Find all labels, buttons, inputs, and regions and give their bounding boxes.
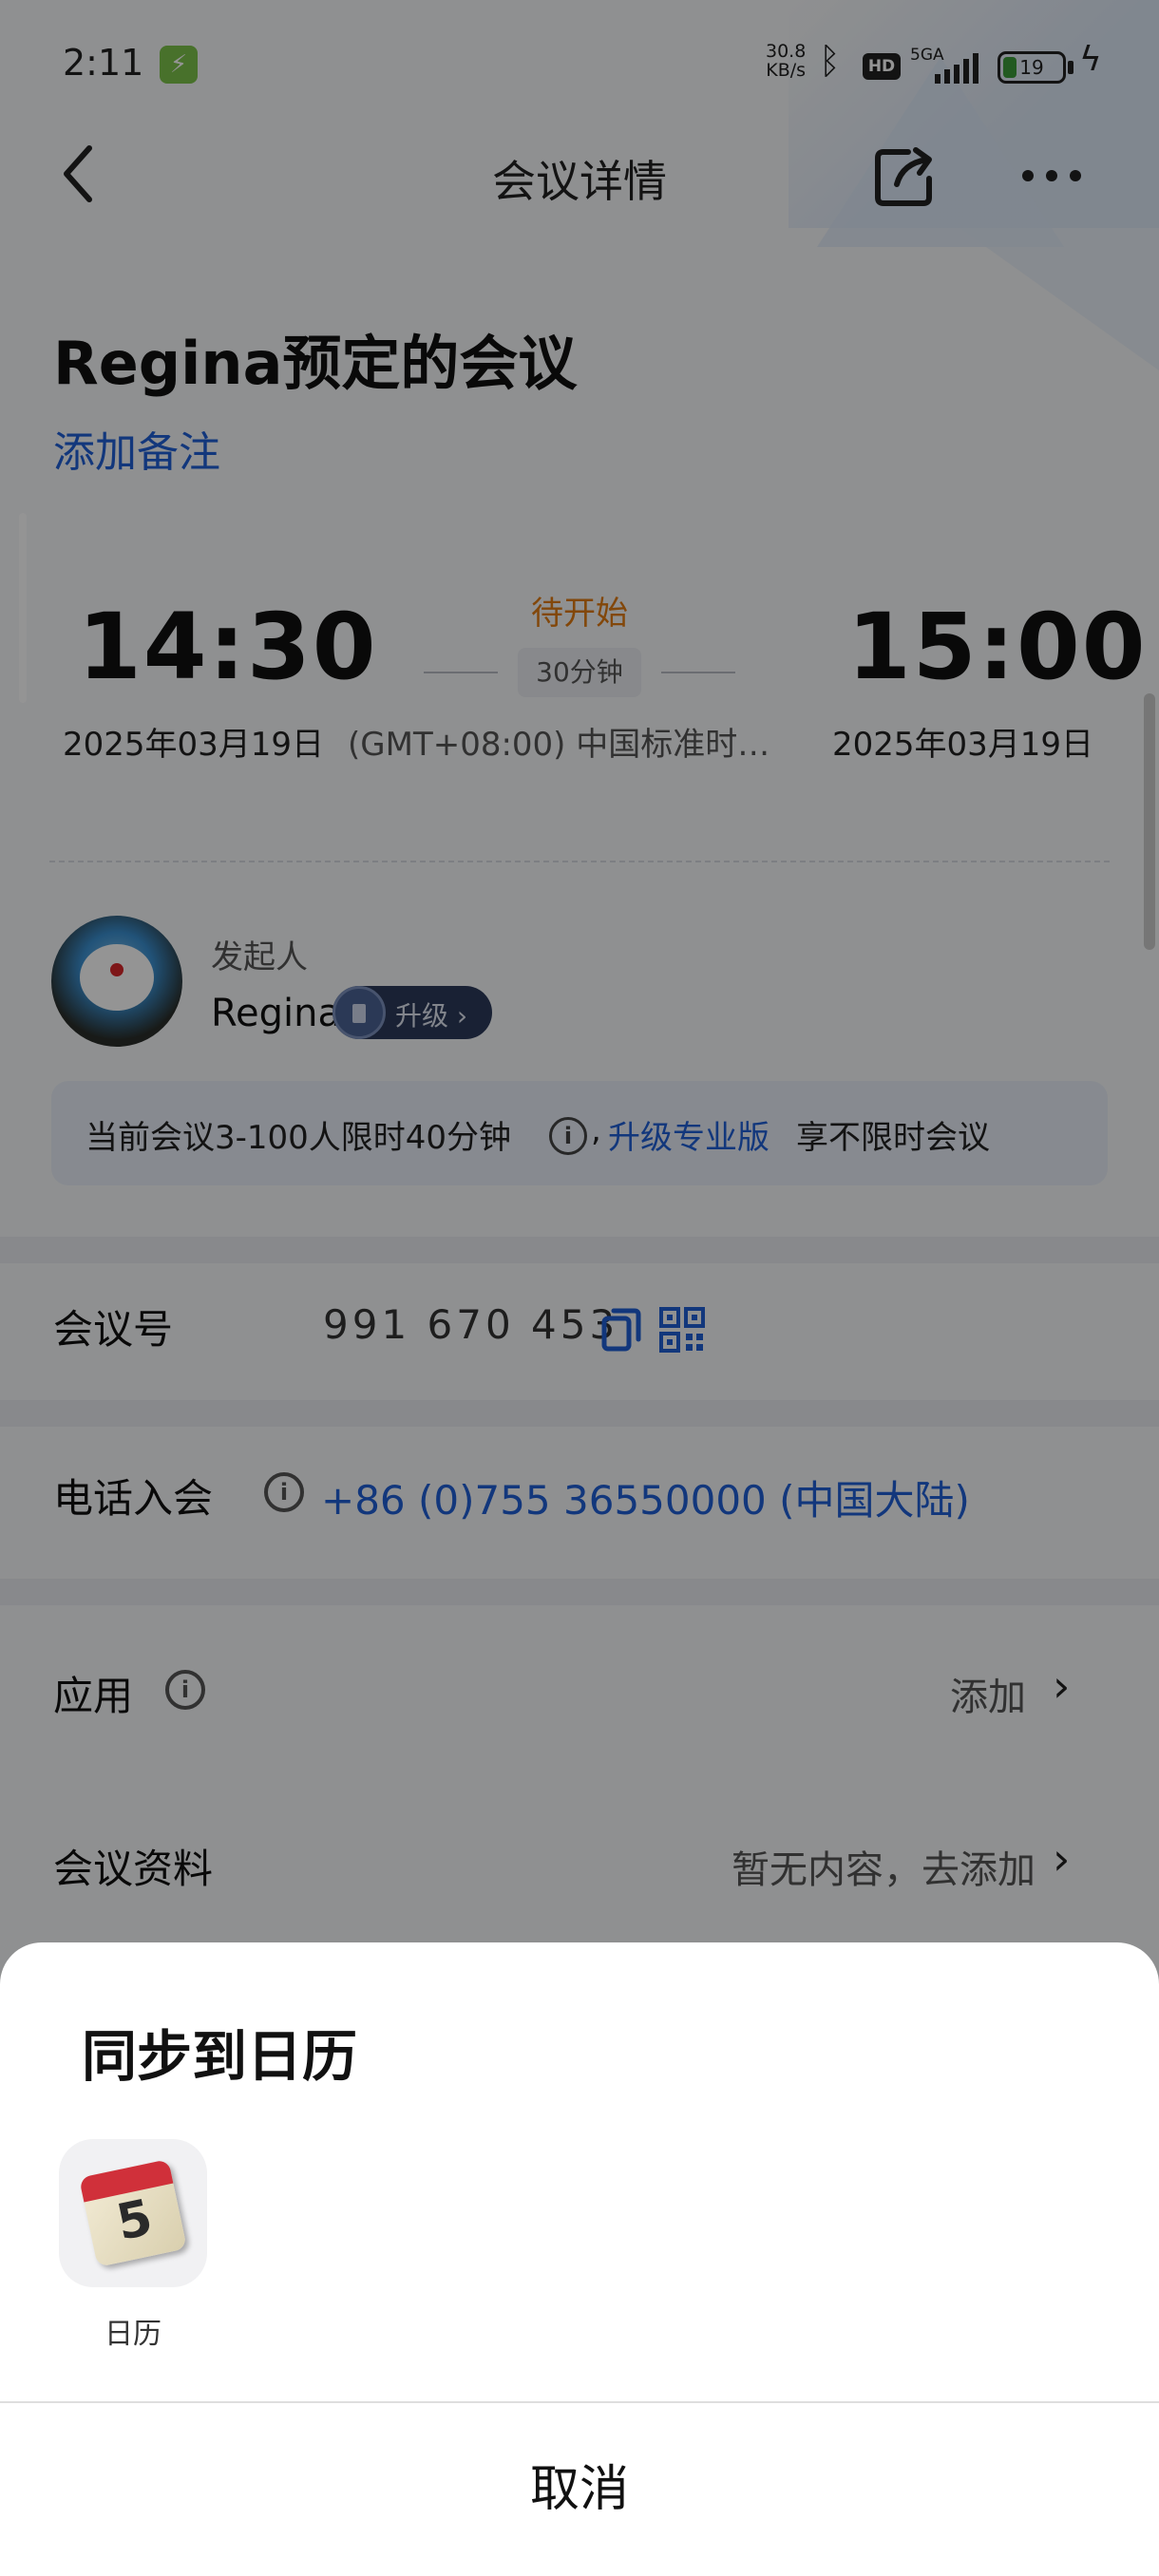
meeting-details-page: 2:11 ⚡ 30.8 KB/s ᛒ HD 5GA 19 ϟ 会议详情 Regi…: [0, 0, 1159, 2576]
calendar-app-button[interactable]: 5: [59, 2139, 207, 2287]
calendar-app-icon: 5: [79, 2159, 187, 2267]
calendar-app-label: 日历: [104, 2318, 162, 2351]
sheet-title: 同步到日历: [82, 2024, 358, 2089]
cancel-button[interactable]: 取消: [0, 2403, 1159, 2576]
